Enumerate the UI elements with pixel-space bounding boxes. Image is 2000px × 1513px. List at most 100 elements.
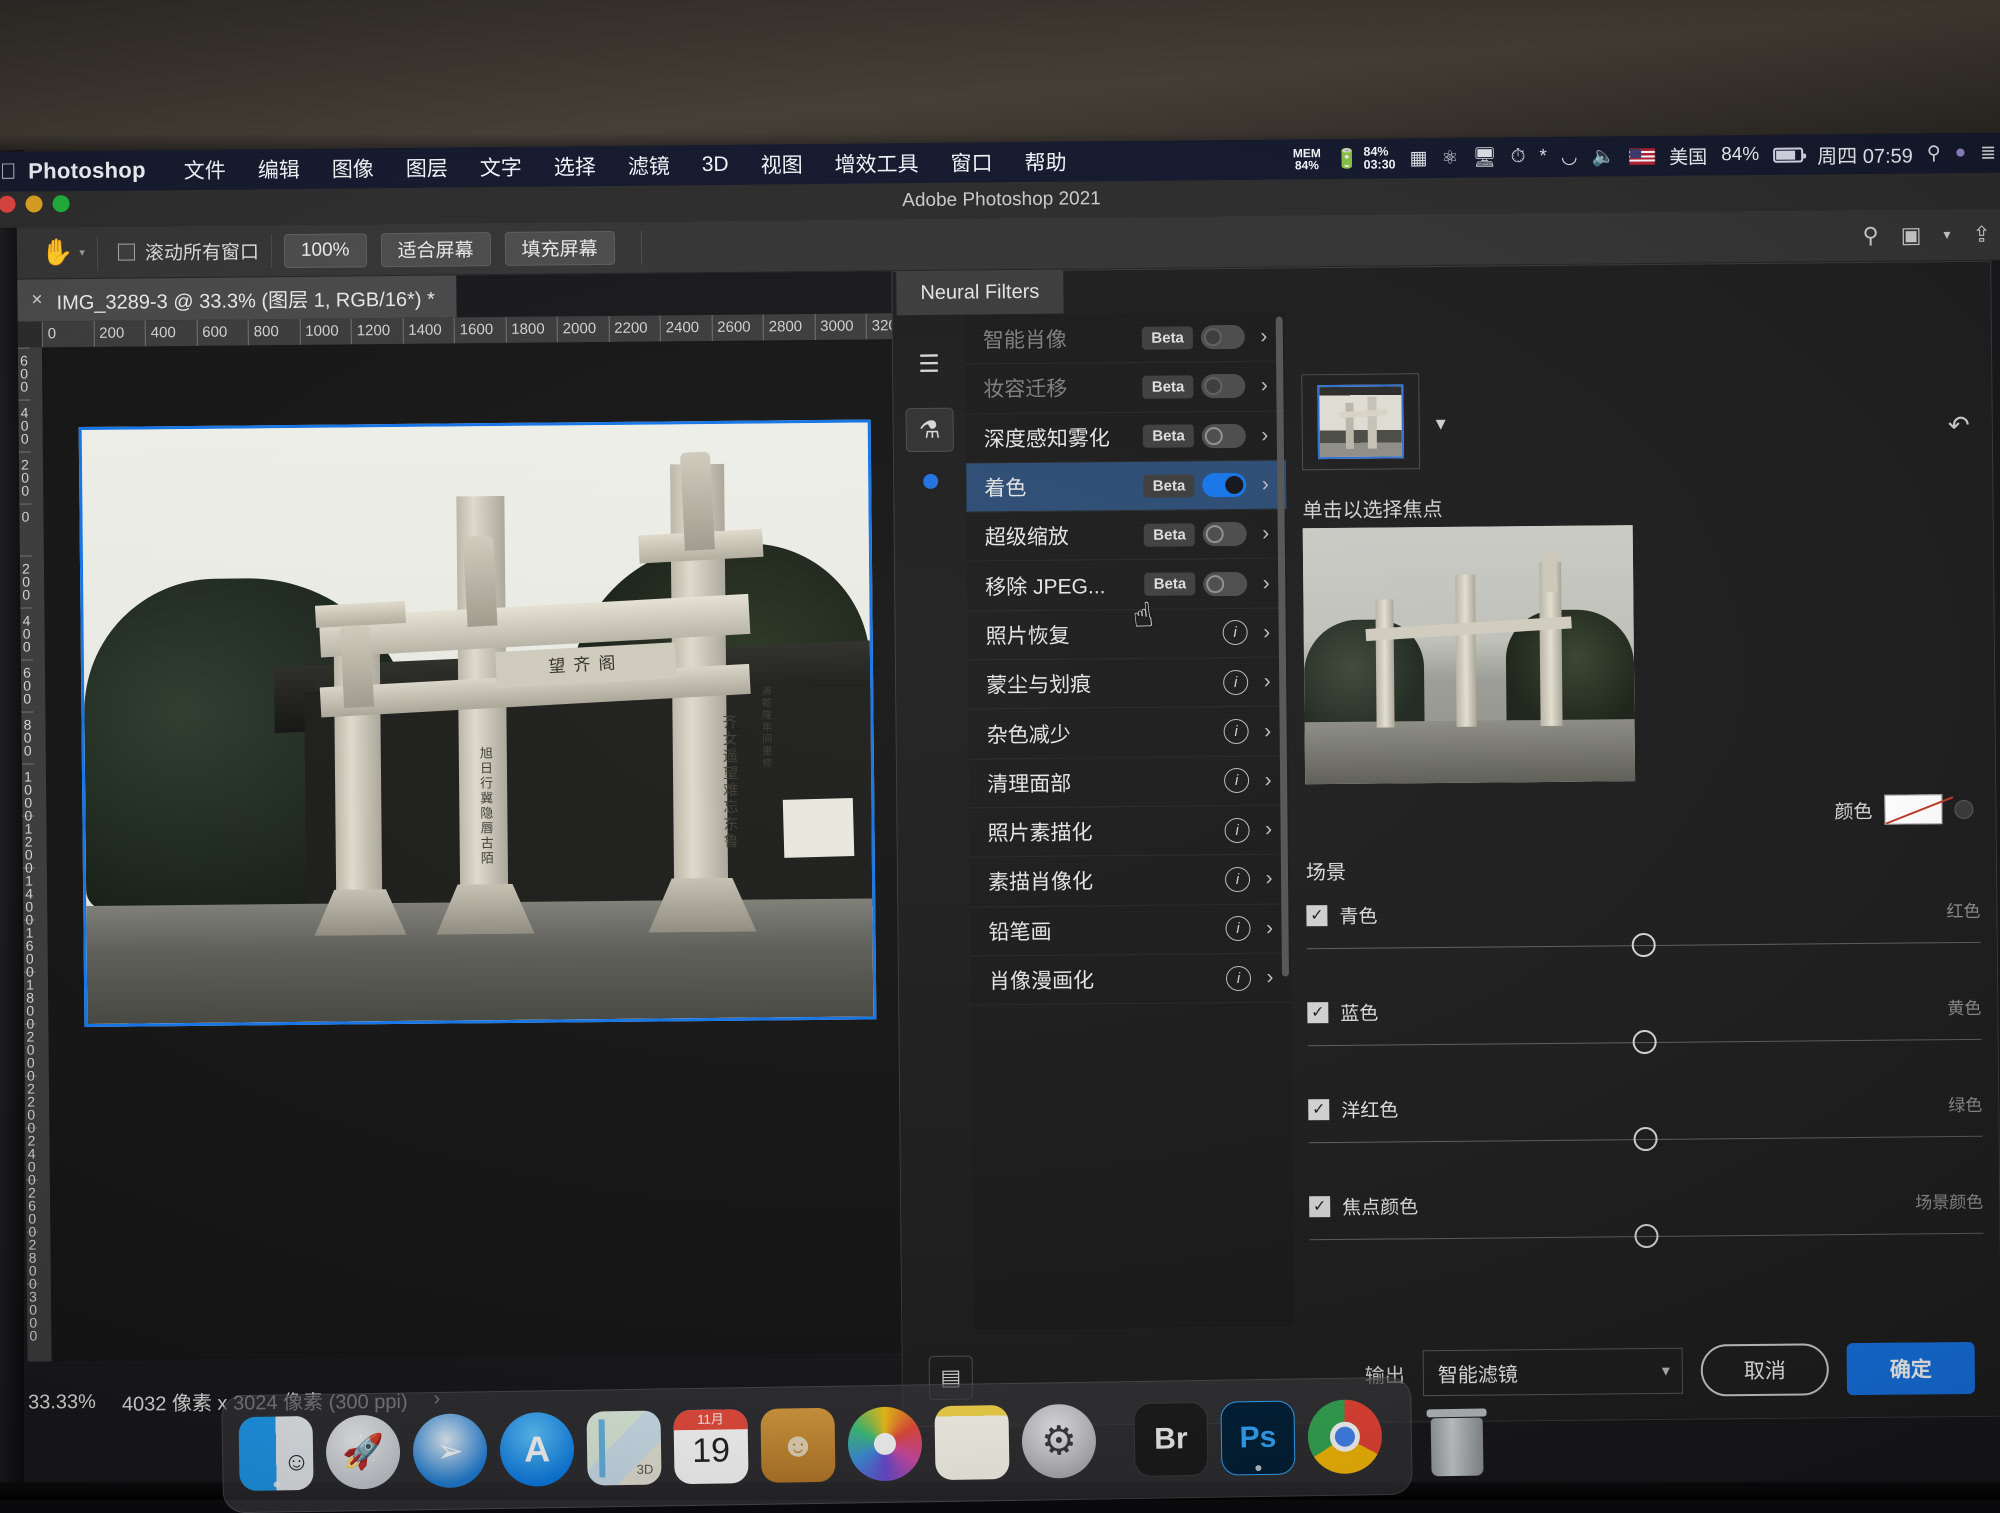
menu-item-view[interactable]: 视图 (744, 149, 818, 180)
menu-item-file[interactable]: 文件 (168, 154, 242, 185)
menu-item-help[interactable]: 帮助 (1008, 146, 1082, 177)
filter-list[interactable]: 智能肖像Beta›妆容迁移Beta›深度感知雾化Beta›着色Beta›超级缩放… (965, 312, 1296, 1425)
menu-item-window[interactable]: 窗口 (934, 147, 1008, 178)
chevron-right-icon[interactable]: › (1253, 325, 1275, 349)
slider-track[interactable] (1307, 929, 1981, 961)
chevron-right-icon[interactable]: › (1259, 966, 1281, 990)
chevron-right-icon[interactable]: › (1253, 374, 1275, 398)
chevron-right-icon[interactable]: › (1257, 818, 1279, 842)
siri-icon[interactable]: ● (1955, 142, 1967, 164)
info-icon[interactable]: i (1225, 916, 1250, 941)
filter-row-10[interactable]: 照片素描化i› (969, 805, 1289, 857)
input-source-label[interactable]: 美国 (1669, 142, 1707, 169)
reset-icon[interactable]: ↶ (1948, 410, 1970, 441)
dock-item-calendar[interactable]: 11月 19 (673, 1409, 748, 1484)
wifi-icon[interactable]: ◡ (1561, 145, 1578, 168)
search-icon[interactable]: ⚲ (1927, 142, 1941, 165)
dock-item-notes[interactable] (934, 1405, 1009, 1480)
dock-item-trash[interactable] (1419, 1393, 1494, 1476)
chevron-down-icon[interactable]: ▾ (1436, 411, 1446, 436)
memory-indicator[interactable]: MEM 84% (1293, 147, 1321, 171)
slider-enable-checkbox[interactable]: ✓洋红色 (1308, 1095, 1398, 1123)
neural-filters-tab[interactable]: Neural Filters (896, 270, 1063, 316)
apple-menu-icon[interactable]:  (0, 159, 20, 185)
chevron-right-icon[interactable]: › (1255, 571, 1277, 595)
scroll-all-windows-checkbox[interactable]: 滚动所有窗口 (110, 237, 259, 265)
cancel-button[interactable]: 取消 (1701, 1343, 1829, 1396)
tool-preset-chevron-down-icon[interactable]: ▾ (79, 246, 85, 259)
menu-item-3d[interactable]: 3D (686, 153, 745, 178)
chevron-right-icon[interactable]: › (1258, 916, 1280, 940)
chevron-down-icon[interactable]: ▾ (1943, 226, 1950, 243)
clock[interactable]: 周四 07:59 (1817, 139, 1913, 169)
filter-row-2[interactable]: 深度感知雾化Beta› (966, 411, 1286, 463)
filter-row-12[interactable]: 铅笔画i› (970, 904, 1290, 956)
info-icon[interactable]: i (1223, 620, 1248, 645)
filter-toggle[interactable] (1201, 325, 1245, 349)
filter-row-5[interactable]: 移除 JPEG...Beta› (967, 559, 1287, 611)
preview-thumbnail[interactable] (1317, 384, 1404, 459)
time-machine-icon[interactable]: ⏱ (1511, 146, 1526, 168)
chevron-right-icon[interactable]: › (1258, 867, 1280, 891)
fill-screen-button[interactable]: 填充屏幕 (504, 230, 614, 265)
battery-status-group[interactable]: 🔋 84% 03:30 (1335, 145, 1396, 172)
hand-tool-icon[interactable]: ✋ (17, 237, 84, 269)
filter-toggle[interactable] (1202, 424, 1246, 448)
chevron-right-icon[interactable]: › (1254, 423, 1276, 447)
color-swatch[interactable] (1884, 794, 1942, 825)
filter-toggle[interactable] (1203, 522, 1247, 546)
chevron-right-icon[interactable]: › (1254, 473, 1276, 497)
dock-item-photos[interactable] (847, 1406, 922, 1481)
filter-toggle[interactable] (1202, 473, 1246, 497)
fit-screen-button[interactable]: 适合屏幕 (380, 232, 490, 267)
filter-row-4[interactable]: 超级缩放Beta› (967, 510, 1287, 562)
close-window-button[interactable] (0, 196, 16, 213)
dock-item-chrome[interactable] (1307, 1399, 1382, 1474)
volume-icon[interactable]: 🔈 (1591, 144, 1615, 168)
artboard[interactable]: 望齐阁 齐女遥望难忘东鲁 旭日行冀隐唇古陌 清乾隆年间重修 (42, 339, 908, 1361)
sliders-icon[interactable]: ☰ (905, 342, 953, 386)
menu-item-plugins[interactable]: 增效工具 (818, 148, 934, 179)
menu-item-edit[interactable]: 编辑 (242, 154, 316, 185)
menu-item-select[interactable]: 选择 (538, 151, 612, 182)
slider-knob[interactable] (1634, 1224, 1658, 1248)
close-icon[interactable]: × (31, 289, 42, 311)
filter-toggle[interactable] (1203, 571, 1247, 595)
slider-track[interactable] (1308, 1026, 1982, 1058)
chevron-right-icon[interactable]: › (1257, 768, 1279, 792)
dock-item-photoshop[interactable]: Ps (1220, 1400, 1295, 1475)
flask-icon[interactable]: ⚗ (906, 408, 954, 452)
info-icon[interactable]: i (1223, 670, 1248, 695)
slider-track[interactable] (1308, 1123, 1982, 1155)
confirm-button[interactable]: 确定 (1847, 1342, 1975, 1395)
workspace-icon[interactable]: ▣ (1901, 222, 1922, 248)
menu-item-layer[interactable]: 图层 (390, 152, 464, 183)
document-tab[interactable]: × IMG_3289-3 @ 33.3% (图层 1, RGB/16*) * (17, 275, 457, 321)
filter-row-7[interactable]: 蒙尘与划痕i› (968, 658, 1288, 710)
menu-item-filter[interactable]: 滤镜 (612, 150, 686, 181)
filter-row-3[interactable]: 着色Beta› (966, 460, 1286, 512)
slider-knob[interactable] (1633, 1127, 1657, 1151)
dock-item-launchpad[interactable]: 🚀 (325, 1415, 400, 1490)
chevron-right-icon[interactable]: › (1257, 719, 1279, 743)
checkbox-box[interactable] (118, 244, 135, 261)
chevron-right-icon[interactable]: › (1256, 620, 1278, 644)
display-icon[interactable]: 🖥 (1472, 145, 1496, 169)
filter-row-1[interactable]: 妆容迁移Beta› (965, 362, 1285, 414)
checkbox-box[interactable]: ✓ (1308, 1099, 1329, 1120)
filter-preview-image[interactable] (1303, 525, 1635, 784)
slider-enable-checkbox[interactable]: ✓青色 (1306, 902, 1377, 930)
shield-icon[interactable]: ⚛ (1441, 146, 1458, 169)
filter-row-8[interactable]: 杂色减少i› (968, 707, 1288, 759)
filter-row-0[interactable]: 智能肖像Beta› (965, 312, 1285, 364)
menu-app-name[interactable]: Photoshop (20, 157, 168, 184)
battery-bar-icon[interactable] (1773, 147, 1803, 162)
share-icon[interactable]: ⇪ (1972, 221, 1991, 247)
info-icon[interactable]: i (1226, 965, 1251, 990)
info-icon[interactable]: i (1224, 719, 1249, 744)
dock-item-safari[interactable]: ➢ (412, 1413, 487, 1488)
blue-dot-icon[interactable] (923, 474, 938, 489)
slider-knob[interactable] (1632, 933, 1656, 957)
checkbox-box[interactable]: ✓ (1309, 1196, 1330, 1217)
bluetooth-icon[interactable]: * (1539, 146, 1547, 168)
